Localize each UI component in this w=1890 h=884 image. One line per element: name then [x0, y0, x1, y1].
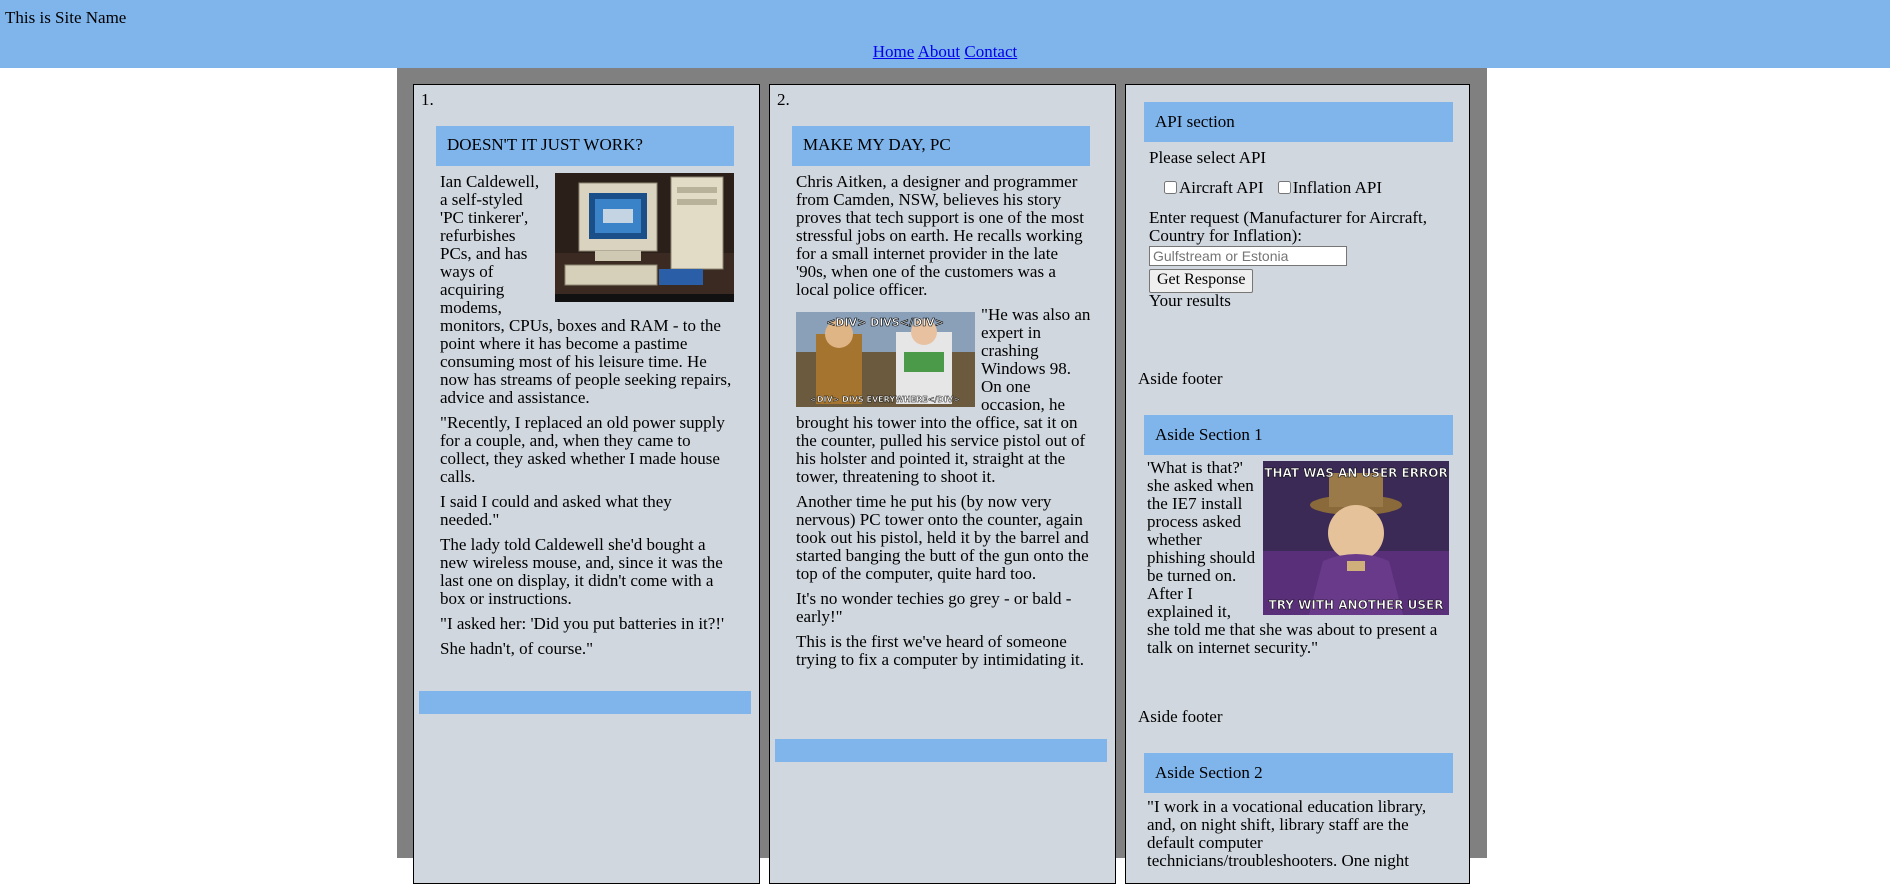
api-section-title: API section	[1155, 112, 1235, 131]
aside-section-2-header: Aside Section 2	[1144, 753, 1453, 793]
api-select-label: Please select API	[1149, 148, 1267, 167]
article-paragraph: I said I could and asked what they neede…	[440, 492, 672, 529]
article-paragraph: She hadn't, of course."	[440, 639, 594, 658]
aside-section-1-title: Aside Section 1	[1155, 425, 1263, 444]
nav-home-link[interactable]: Home	[873, 42, 915, 61]
article-paragraph: This is the first we've heard of someone…	[796, 632, 1085, 669]
api-options: Aircraft API Inflation API	[1164, 178, 1392, 198]
aside-section-1-body: THAT WAS AN USER ERROR TRY WITH ANOTHER …	[1147, 459, 1449, 657]
article-body: Ian Caldewell, a self-styled 'PC tinkere…	[440, 173, 734, 665]
article-header: DOESN'T IT JUST WORK?	[436, 126, 734, 166]
get-response-button[interactable]: Get Response	[1149, 269, 1254, 293]
request-label: Enter request (Manufacturer for Aircraft…	[1149, 208, 1428, 245]
article-number: 2.	[777, 90, 790, 109]
inflation-api-option[interactable]: Inflation API	[1277, 178, 1383, 197]
article-paragraph: Chris Aitken, a designer and programmer …	[796, 172, 1085, 299]
article-title: MAKE MY DAY, PC	[803, 135, 951, 154]
aside: API section Please select API Aircraft A…	[1125, 84, 1470, 884]
aside-section-2-text: "I work in a vocational education librar…	[1147, 797, 1427, 870]
aside-section-2-title: Aside Section 2	[1155, 763, 1263, 782]
main-nav: Home About Contact	[0, 42, 1890, 62]
api-section-header: API section	[1144, 102, 1453, 142]
site-name: This is Site Name	[5, 8, 127, 27]
aside-footer: Aside footer	[1138, 707, 1223, 726]
wonka-top-text: THAT WAS AN USER ERROR	[1264, 466, 1447, 480]
article-paragraph: "Recently, I replaced an old power suppl…	[440, 413, 725, 486]
article-header: MAKE MY DAY, PC	[792, 126, 1090, 166]
article-paragraph: It's no wonder techies go grey - or bald…	[796, 589, 1072, 626]
article-footer	[775, 739, 1107, 762]
content-wrapper: 1. DOESN'T IT JUST WORK? Ian Caldewell, …	[397, 68, 1487, 884]
meme-top-text: <DIV> DIVS</DIV>	[826, 316, 944, 329]
site-header: This is Site Name Home About Contact	[0, 0, 1890, 68]
nav-about-link[interactable]: About	[918, 42, 961, 61]
api-results: Your results	[1149, 291, 1231, 310]
meme-image: <DIV> DIVS</DIV> <DIV> DIVS EVERYWHERE</…	[796, 312, 975, 407]
wonka-meme-image: THAT WAS AN USER ERROR TRY WITH ANOTHER …	[1263, 461, 1449, 615]
wonka-bottom-text: TRY WITH ANOTHER USER	[1269, 598, 1444, 612]
inflation-api-label: Inflation API	[1292, 178, 1383, 197]
article-paragraph: "I asked her: 'Did you put batteries in …	[440, 614, 725, 633]
aside-footer: Aside footer	[1138, 369, 1223, 388]
request-input[interactable]: Gulfstream or Estonia	[1149, 246, 1347, 266]
nav-contact-link[interactable]: Contact	[964, 42, 1017, 61]
aircraft-api-label: Aircraft API	[1179, 178, 1264, 197]
inflation-api-checkbox[interactable]	[1277, 181, 1291, 194]
article-1: 1. DOESN'T IT JUST WORK? Ian Caldewell, …	[413, 84, 760, 884]
meme-bottom-text: <DIV> DIVS EVERYWHERE</DIV>	[810, 395, 960, 404]
aside-section-1-header: Aside Section 1	[1144, 415, 1453, 455]
article-title: DOESN'T IT JUST WORK?	[447, 135, 643, 154]
article-footer	[419, 691, 751, 714]
article-body: Chris Aitken, a designer and programmer …	[796, 173, 1092, 676]
aircraft-api-option[interactable]: Aircraft API	[1164, 178, 1264, 197]
article-number: 1.	[421, 90, 434, 109]
aircraft-api-checkbox[interactable]	[1164, 181, 1177, 194]
retro-pc-image	[555, 173, 734, 302]
article-paragraph: The lady told Caldewell she'd bought a n…	[440, 535, 723, 608]
article-paragraph: Another time he put his (by now very ner…	[796, 492, 1089, 583]
article-2: 2. MAKE MY DAY, PC Chris Aitken, a desig…	[769, 84, 1116, 884]
